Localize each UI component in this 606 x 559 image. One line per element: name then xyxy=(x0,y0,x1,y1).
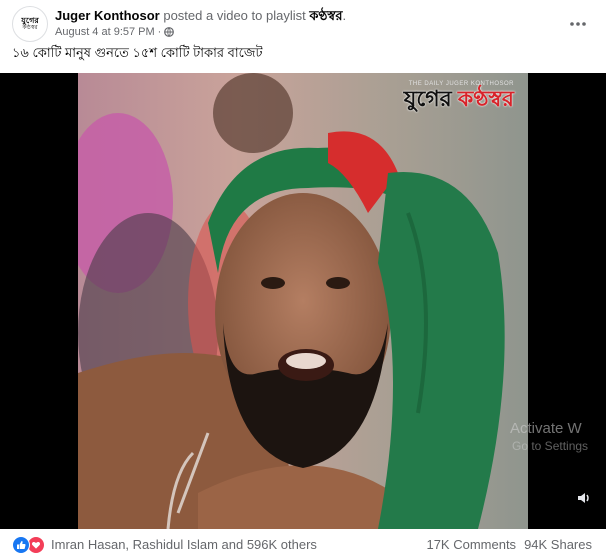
video-still xyxy=(78,73,528,529)
avatar-text-top: যুগের xyxy=(21,16,39,25)
windows-activation-overlay: Activate W Go to Settings xyxy=(510,420,606,454)
post-meta: August 4 at 9:57 PM · xyxy=(55,26,175,38)
volume-icon[interactable] xyxy=(576,489,594,507)
author-link[interactable]: Juger Konthosor xyxy=(55,8,160,23)
more-horizontal-icon xyxy=(570,13,586,31)
watermark-word-2: কণ্ঠস্বর xyxy=(457,86,514,111)
activation-subtitle: Go to Settings xyxy=(512,439,589,453)
meta-separator: · xyxy=(157,26,162,38)
more-options-button[interactable] xyxy=(564,10,592,34)
post-footer: Imran Hasan, Rashidul Islam and 596K oth… xyxy=(0,529,606,559)
header-title: Juger Konthosor posted a video to playli… xyxy=(55,7,346,28)
like-reaction-icon[interactable] xyxy=(12,536,30,554)
watermark-word-1: যুগের xyxy=(403,86,458,111)
playlist-suffix: . xyxy=(342,8,347,23)
playlist-link[interactable]: কণ্ঠস্বর xyxy=(309,8,342,23)
video-player[interactable]: THE DAILY JUGER KONTHOSOR যুগের কণ্ঠস্বর xyxy=(0,73,606,529)
reaction-icons[interactable] xyxy=(12,536,45,554)
activation-title: Activate W xyxy=(510,420,582,437)
post-caption: ১৬ কোটি মানুষ গুনতে ১৫শ কোটি টাকার বাজেট xyxy=(12,45,263,60)
reactors-summary[interactable]: Imran Hasan, Rashidul Islam and 596K oth… xyxy=(51,537,317,552)
post-action-text: posted a video to playlist xyxy=(159,8,310,23)
globe-icon[interactable] xyxy=(164,27,175,37)
shares-count-link[interactable]: 94K Shares xyxy=(524,537,592,552)
page-avatar[interactable]: যুগের কণ্ঠস্বর xyxy=(12,6,48,42)
watermark-logo-text: যুগের কণ্ঠস্বর xyxy=(404,87,514,111)
post-header: যুগের কণ্ঠস্বর Juger Konthosor posted a … xyxy=(12,6,594,42)
video-frame[interactable]: THE DAILY JUGER KONTHOSOR যুগের কণ্ঠস্বর xyxy=(78,73,528,529)
engagement-counts: 17K Comments 94K Shares xyxy=(426,537,592,552)
timestamp-link[interactable]: August 4 at 9:57 PM xyxy=(55,26,155,38)
channel-watermark: THE DAILY JUGER KONTHOSOR যুগের কণ্ঠস্বর xyxy=(404,81,514,111)
comments-count-link[interactable]: 17K Comments xyxy=(426,537,516,552)
avatar-text-bottom: কণ্ঠস্বর xyxy=(22,25,38,31)
